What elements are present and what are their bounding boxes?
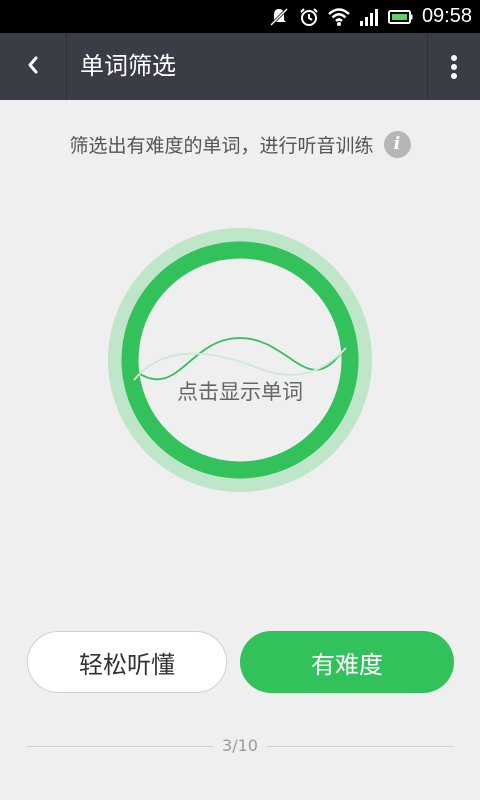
status-icons: 09:58: [268, 0, 472, 33]
wifi-icon: [328, 6, 350, 28]
progress-counter: 3/10: [222, 736, 258, 755]
alarm-icon: [298, 6, 320, 28]
mute-icon: [268, 6, 290, 28]
reveal-circle-graphic: [108, 228, 372, 492]
toolbar: 单词筛选: [0, 33, 480, 100]
difficult-button[interactable]: 有难度: [240, 631, 454, 693]
battery-icon: [387, 6, 414, 28]
instruction-row: 筛选出有难度的单词，进行听音训练 i: [0, 126, 480, 162]
instruction-text: 筛选出有难度的单词，进行听音训练: [69, 134, 374, 157]
overflow-menu-button[interactable]: [427, 33, 480, 100]
status-bar: 09:58: [0, 0, 480, 33]
overflow-menu-icon: [451, 52, 457, 82]
info-icon[interactable]: i: [383, 130, 411, 158]
signal-icon: [358, 6, 380, 28]
page-title: 单词筛选: [80, 52, 176, 80]
reveal-word-button[interactable]: [108, 228, 372, 492]
clock: 09:58: [421, 5, 472, 27]
easy-button[interactable]: 轻松听懂: [27, 631, 227, 693]
chevron-left-icon: [26, 55, 40, 79]
reveal-word-label: 点击显示单词: [177, 380, 303, 404]
back-button[interactable]: [0, 33, 67, 100]
